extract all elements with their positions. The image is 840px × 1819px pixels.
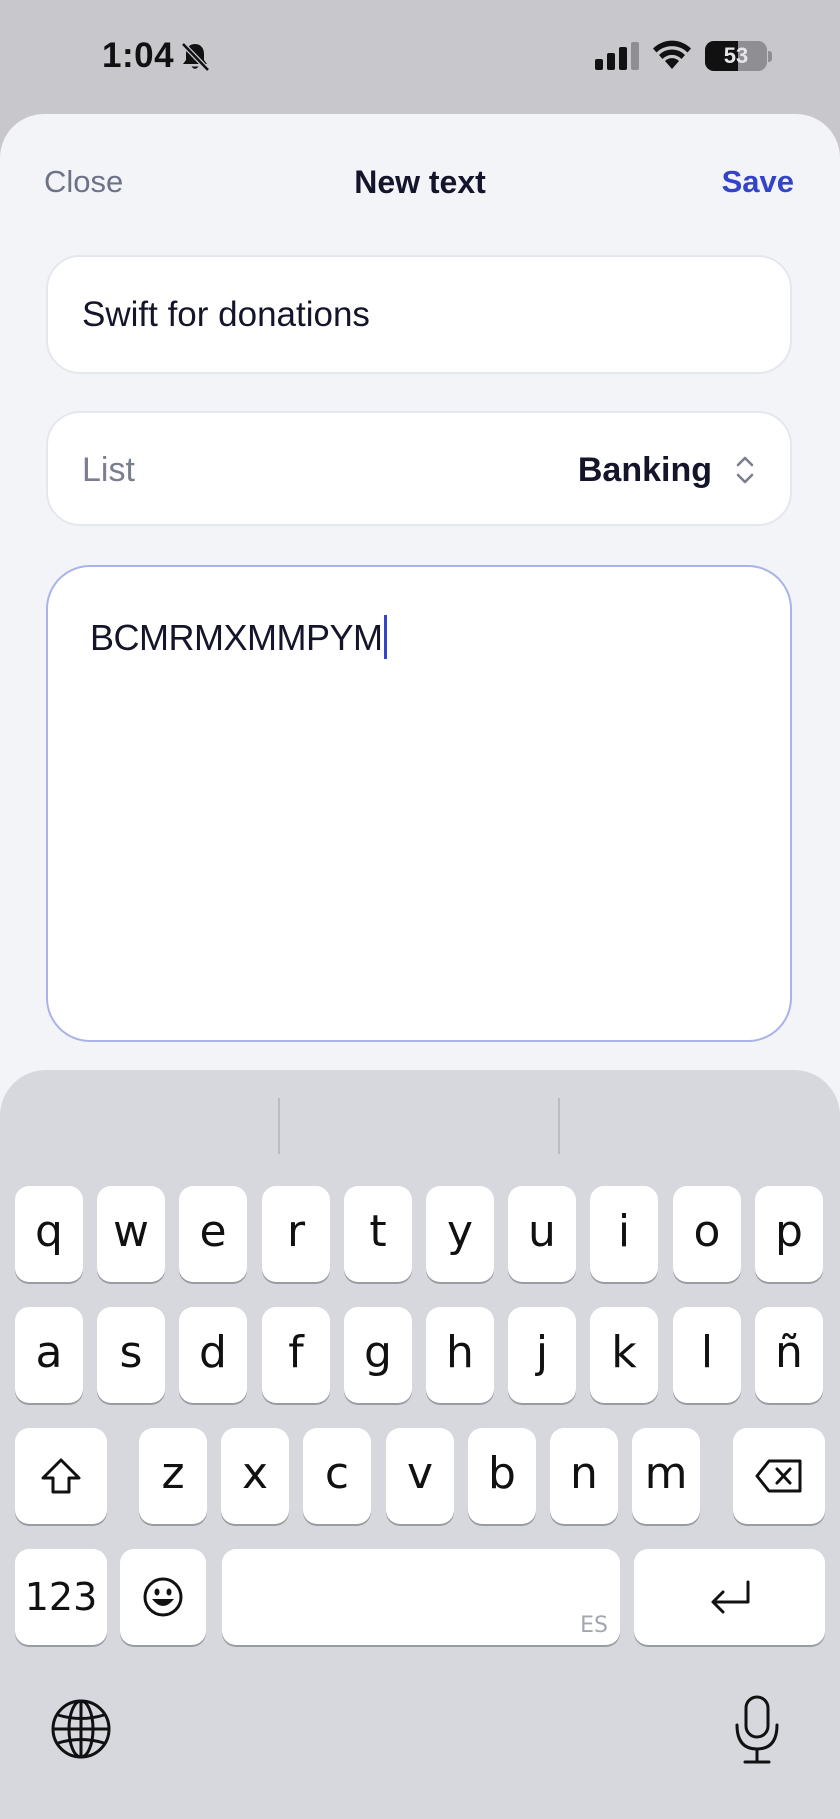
key-h[interactable]: h	[426, 1307, 494, 1403]
key-p[interactable]: p	[755, 1186, 823, 1282]
numbers-key-label: 123	[24, 1575, 98, 1619]
key-v[interactable]: v	[386, 1428, 454, 1524]
status-time: 1:04	[102, 36, 175, 75]
key-q[interactable]: q	[15, 1186, 83, 1282]
key-w[interactable]: w	[97, 1186, 165, 1282]
delete-key[interactable]	[733, 1428, 825, 1524]
wifi-icon	[653, 40, 691, 69]
return-icon	[711, 1580, 749, 1614]
battery-level: 53	[723, 43, 749, 68]
key-x[interactable]: x	[221, 1428, 289, 1524]
key-t[interactable]: t	[344, 1186, 412, 1282]
key-y[interactable]: y	[426, 1186, 494, 1282]
close-button[interactable]: Close	[44, 164, 123, 200]
key-o[interactable]: o	[673, 1186, 741, 1282]
numbers-key[interactable]: 123	[15, 1549, 107, 1645]
key-i[interactable]: i	[590, 1186, 658, 1282]
shift-icon	[41, 1458, 81, 1494]
title-input-value: Swift for donations	[82, 295, 370, 334]
key-u[interactable]: u	[508, 1186, 576, 1282]
list-label: List	[82, 451, 135, 489]
bell-slash-icon	[181, 42, 210, 72]
return-key[interactable]	[634, 1549, 825, 1645]
shift-key[interactable]	[15, 1428, 107, 1524]
battery-cap	[768, 51, 772, 62]
key-d[interactable]: d	[179, 1307, 247, 1403]
suggestion-divider	[278, 1098, 280, 1154]
key-s[interactable]: s	[97, 1307, 165, 1403]
key-z[interactable]: z	[139, 1428, 207, 1524]
chevron-up-down-icon	[736, 456, 754, 484]
key-f[interactable]: f	[262, 1307, 330, 1403]
key-c[interactable]: c	[303, 1428, 371, 1524]
key-m[interactable]: m	[632, 1428, 700, 1524]
delete-icon	[755, 1459, 802, 1493]
key-l[interactable]: l	[673, 1307, 741, 1403]
text-caret	[384, 615, 388, 660]
suggestion-divider	[558, 1098, 560, 1154]
key-n[interactable]: n	[550, 1428, 618, 1524]
key-k[interactable]: k	[590, 1307, 658, 1403]
space-key[interactable]: ES	[222, 1549, 620, 1645]
emoji-icon	[143, 1577, 183, 1617]
sheet-title: New text	[354, 164, 486, 200]
key-b[interactable]: b	[468, 1428, 536, 1524]
content-textarea[interactable]: BCMRMXMMPYM	[46, 565, 792, 1042]
battery-icon: 53	[705, 41, 767, 71]
emoji-key[interactable]	[120, 1549, 206, 1645]
key-j[interactable]: j	[508, 1307, 576, 1403]
status-bar: 1:04 53	[0, 0, 840, 112]
key-ñ[interactable]: ñ	[755, 1307, 823, 1403]
list-selector[interactable]: List Banking	[46, 411, 792, 526]
content-text: BCMRMXMMPYM	[90, 617, 383, 658]
cellular-signal-icon	[595, 42, 639, 70]
save-button[interactable]: Save	[722, 164, 794, 200]
key-a[interactable]: a	[15, 1307, 83, 1403]
list-selected-value: Banking	[577, 451, 712, 489]
key-r[interactable]: r	[262, 1186, 330, 1282]
space-language-label: ES	[580, 1613, 608, 1638]
globe-icon[interactable]	[50, 1698, 112, 1760]
microphone-icon[interactable]	[731, 1694, 783, 1766]
key-g[interactable]: g	[344, 1307, 412, 1403]
key-e[interactable]: e	[179, 1186, 247, 1282]
title-input[interactable]: Swift for donations	[46, 255, 792, 374]
